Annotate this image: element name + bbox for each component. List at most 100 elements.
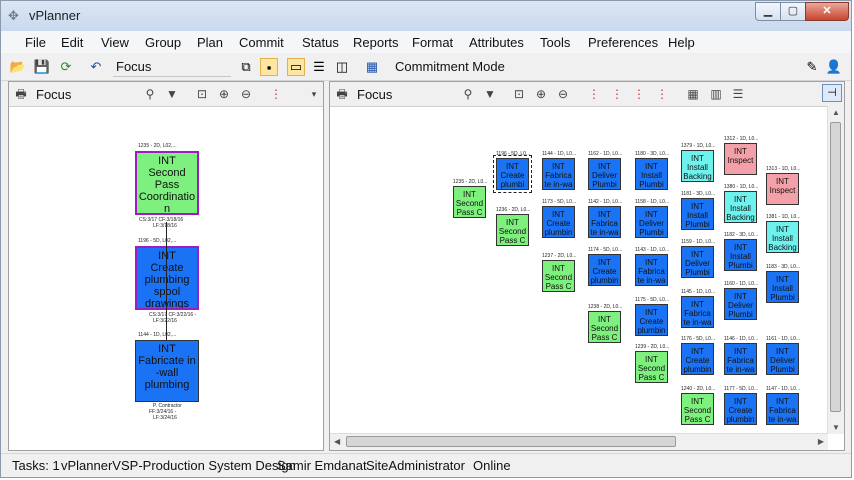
task-line: Pass C — [684, 415, 711, 424]
task-card[interactable]: INT Create plumbin — [635, 304, 668, 336]
menu-commit[interactable]: Commit — [239, 35, 284, 50]
zoom-in-icon[interactable]: ⊕ — [216, 86, 232, 102]
task-card[interactable]: INT Fabrica te in-wa — [635, 254, 668, 286]
minimize-button[interactable]: ▁ — [755, 2, 781, 21]
task-card[interactable]: INT Inspect — [724, 143, 757, 175]
task-card[interactable]: INT Install Plumbi — [724, 239, 757, 271]
refresh-icon[interactable]: ⟳ — [57, 58, 75, 76]
binoculars-icon[interactable]: ⚲ — [142, 86, 158, 102]
dropdown-icon[interactable]: ▾ — [306, 86, 322, 102]
fit-icon[interactable]: ⊡ — [194, 86, 210, 102]
constraint-icon[interactable]: ⋮ — [609, 86, 625, 102]
task-card[interactable]: INT Create plumbin — [542, 206, 575, 238]
task-card[interactable]: INT Second Pass C — [542, 260, 575, 292]
undo-icon[interactable]: ↶ — [87, 58, 105, 76]
network-icon[interactable]: ⧉ — [237, 58, 255, 76]
split-vertical-icon[interactable]: ◫ — [333, 58, 351, 76]
highlight-icon[interactable]: ▪ — [260, 58, 278, 76]
save-icon[interactable]: 💾 — [33, 58, 51, 76]
scroll-left-icon[interactable]: ◀ — [334, 437, 340, 446]
task-card[interactable]: INT Deliver Plumbi — [724, 288, 757, 320]
menu-group[interactable]: Group — [145, 35, 181, 50]
menu-preferences[interactable]: Preferences — [588, 35, 658, 50]
edit-tool-icon[interactable]: ✎ — [803, 58, 821, 76]
task-card[interactable]: INT Fabrica te in-wa — [681, 296, 714, 328]
menu-help[interactable]: Help — [668, 35, 695, 50]
binoculars-icon[interactable]: ⚲ — [460, 86, 476, 102]
task-line: Install — [730, 252, 751, 261]
menu-attributes[interactable]: Attributes — [469, 35, 524, 50]
task-card[interactable]: INT Second Pass C — [453, 186, 486, 218]
scroll-thumb[interactable] — [346, 436, 676, 447]
task-card[interactable]: INT Create plumbin — [681, 343, 714, 375]
task-card[interactable]: INT Install Plumbi — [681, 198, 714, 230]
task-card[interactable]: INT Install Backing — [724, 191, 757, 223]
task-card[interactable]: INT Install Backing — [766, 221, 799, 253]
task-card[interactable]: INT Install Backing — [681, 150, 714, 182]
zoom-in-icon[interactable]: ⊕ — [533, 86, 549, 102]
grid-view-icon[interactable]: ▦ — [685, 86, 701, 102]
critical-path-icon[interactable]: ⋮ — [268, 86, 284, 102]
scroll-up-icon[interactable]: ▲ — [832, 108, 840, 117]
task-card[interactable]: INT Fabrica te in-wa — [588, 206, 621, 238]
printer-icon[interactable]: 🖶 — [13, 86, 29, 102]
left-pane-title: Focus — [36, 87, 72, 102]
task-card[interactable]: INT Second Pass C — [681, 393, 714, 425]
filter-icon[interactable]: ▼ — [482, 86, 498, 102]
scroll-thumb[interactable] — [830, 122, 841, 412]
task-card[interactable]: INT Fabrica te in-wa — [766, 393, 799, 425]
critical-path-icon[interactable]: ⋮ — [586, 86, 602, 102]
task-card[interactable]: INT Create plumbing spool drawings — [135, 246, 199, 310]
menu-edit[interactable]: Edit — [61, 35, 83, 50]
open-folder-icon[interactable]: 📂 — [9, 58, 27, 76]
split-horizontal-icon[interactable]: ☰ — [310, 58, 328, 76]
pin-icon[interactable]: ⊣ — [822, 84, 842, 102]
scroll-right-icon[interactable]: ▶ — [818, 437, 824, 446]
columns-view-icon[interactable]: ▥ — [708, 86, 724, 102]
task-card[interactable]: INT Fabricate in -wall plumbing — [135, 340, 199, 402]
user-icon[interactable]: 👤 — [825, 58, 843, 76]
menu-reports[interactable]: Reports — [353, 35, 399, 50]
menu-status[interactable]: Status — [302, 35, 339, 50]
task-card[interactable]: INT Create plumbin — [724, 393, 757, 425]
rows-view-icon[interactable]: ☰ — [730, 86, 746, 102]
maximize-button[interactable]: ▢ — [780, 2, 806, 21]
vertical-scrollbar[interactable]: ▲ ▼ — [827, 106, 844, 434]
right-pane-canvas: 1235 - 2D, L0... INT Second Pass C 1196 - 5D… — [330, 106, 844, 450]
task-card[interactable]: INT Create plumbi — [493, 155, 532, 193]
scroll-down-icon[interactable]: ▼ — [832, 423, 840, 432]
task-card[interactable]: INT Create plumbin — [588, 254, 621, 286]
single-pane-icon[interactable]: ▭ — [287, 58, 305, 76]
printer-icon[interactable]: 🖶 — [334, 86, 350, 102]
menu-file[interactable]: File — [25, 35, 46, 50]
task-card[interactable]: INT Second Pass C — [496, 214, 529, 246]
task-card[interactable]: INT Second Pass Coordinatio n — [135, 151, 199, 215]
task-card[interactable]: INT Install Plumbi — [766, 271, 799, 303]
menu-tools[interactable]: Tools — [540, 35, 570, 50]
menu-plan[interactable]: Plan — [197, 35, 223, 50]
task-line: Fabrica — [684, 309, 711, 318]
task-card[interactable]: INT Deliver Plumbi — [681, 246, 714, 278]
menu-view[interactable]: View — [101, 35, 129, 50]
task-line: INT — [552, 210, 565, 219]
zoom-out-icon[interactable]: ⊖ — [238, 86, 254, 102]
handoff-icon[interactable]: ⋮ — [654, 86, 670, 102]
task-card[interactable]: INT Install Plumbi — [635, 158, 668, 190]
task-card[interactable]: INT Inspect — [766, 173, 799, 205]
task-card[interactable]: INT Deliver Plumbi — [766, 343, 799, 375]
task-card[interactable]: INT Deliver Plumbi — [588, 158, 621, 190]
focus-combo-value: Focus — [116, 59, 152, 74]
calendar-icon[interactable]: ▦ — [363, 58, 381, 76]
task-card[interactable]: INT Deliver Plumbi — [635, 206, 668, 238]
task-card[interactable]: INT Second Pass C — [588, 311, 621, 343]
filter-icon[interactable]: ▼ — [164, 86, 180, 102]
task-card[interactable]: INT Fabrica te in-wa — [542, 158, 575, 190]
task-card[interactable]: INT Second Pass C — [635, 351, 668, 383]
zoom-out-icon[interactable]: ⊖ — [555, 86, 571, 102]
close-button[interactable]: ✕ — [805, 2, 849, 21]
menu-format[interactable]: Format — [412, 35, 453, 50]
task-card[interactable]: INT Fabrica te in-wa — [724, 343, 757, 375]
link-icon[interactable]: ⋮ — [631, 86, 647, 102]
horizontal-scrollbar[interactable]: ◀ ▶ — [330, 433, 828, 450]
fit-icon[interactable]: ⊡ — [511, 86, 527, 102]
